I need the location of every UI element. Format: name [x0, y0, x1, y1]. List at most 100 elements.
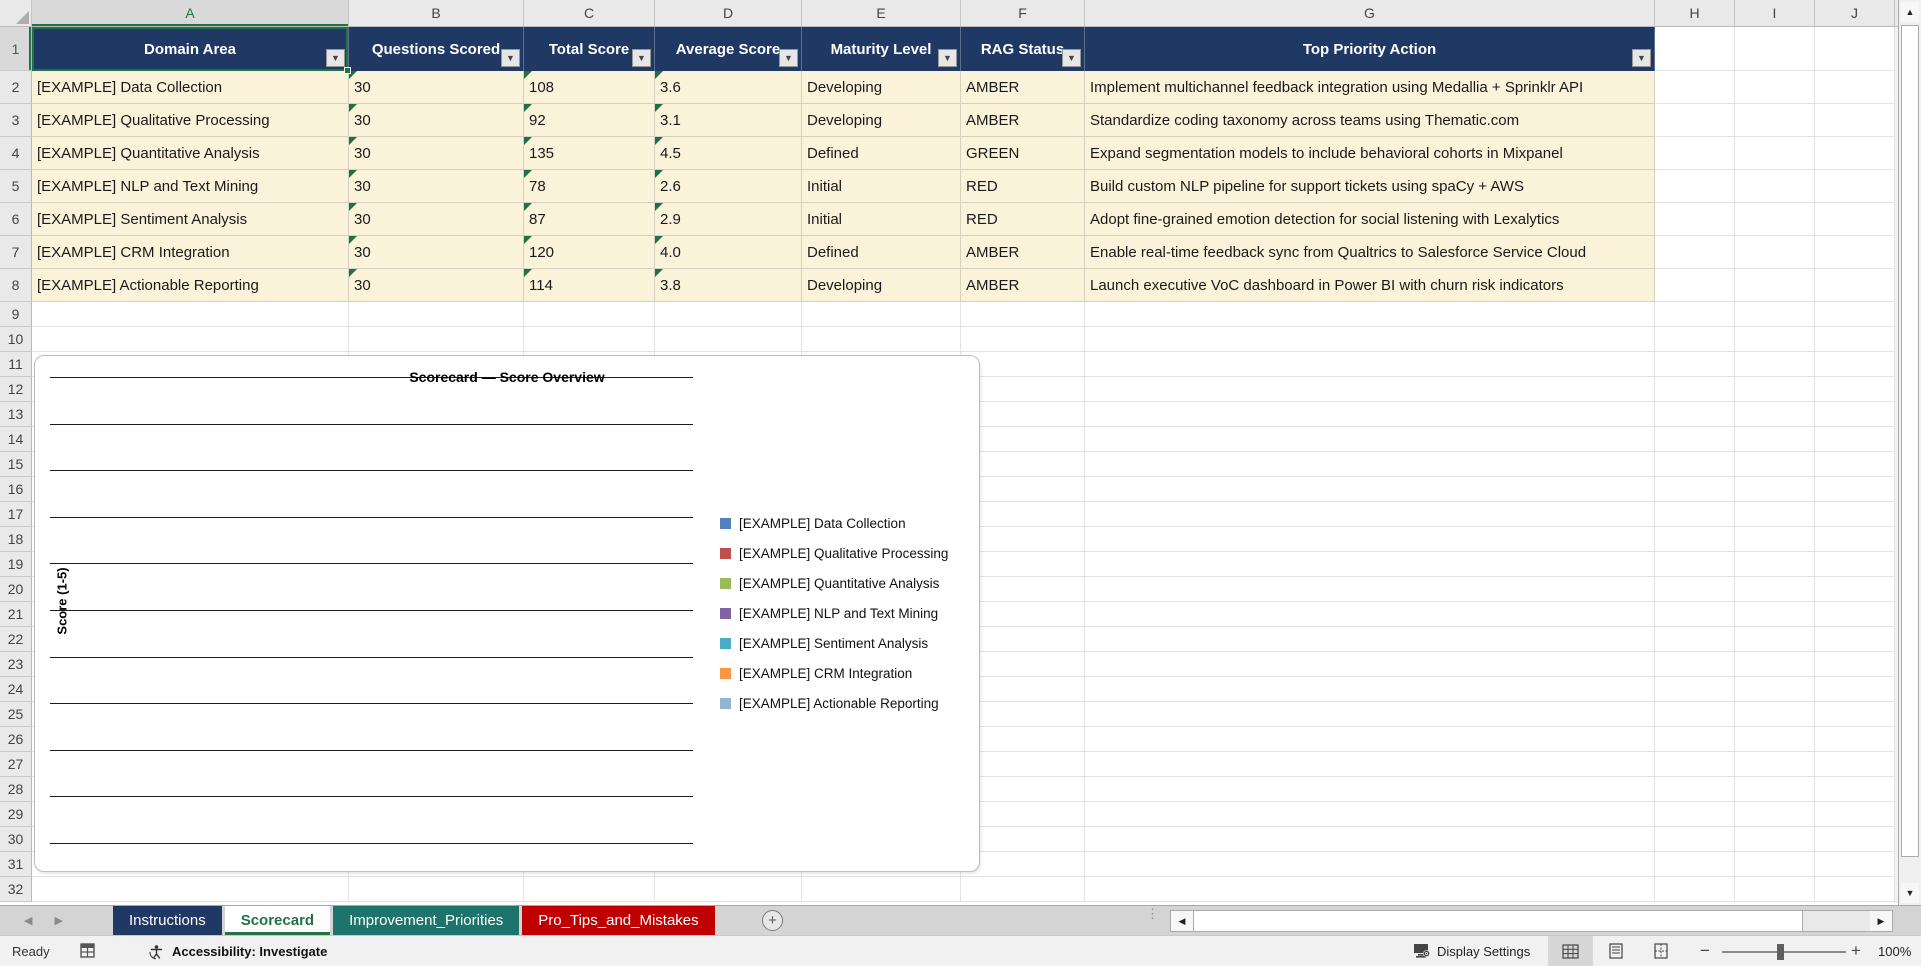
- filter-dropdown-icon[interactable]: ▼: [326, 49, 345, 67]
- data-cell[interactable]: AMBER: [961, 71, 1085, 104]
- data-cell[interactable]: Initial: [802, 170, 961, 203]
- empty-cell[interactable]: [1085, 302, 1655, 327]
- column-header-J[interactable]: J: [1815, 0, 1895, 26]
- empty-cell[interactable]: [1655, 452, 1735, 477]
- row-header-1[interactable]: 1: [0, 27, 32, 71]
- empty-cell[interactable]: [1085, 777, 1655, 802]
- empty-cell[interactable]: [1735, 852, 1815, 877]
- data-cell[interactable]: AMBER: [961, 269, 1085, 302]
- scroll-left-icon[interactable]: ◀: [1171, 911, 1193, 931]
- data-cell[interactable]: 2.9: [655, 203, 802, 236]
- row-header-25[interactable]: 25: [0, 702, 32, 727]
- data-cell[interactable]: 108: [524, 71, 655, 104]
- embedded-chart[interactable]: Scorecard — Score Overview Score (1-5) […: [34, 355, 980, 872]
- empty-cell[interactable]: [1655, 203, 1735, 236]
- header-cell[interactable]: Top Priority Action ▼: [1085, 27, 1655, 71]
- empty-cell[interactable]: [1735, 877, 1815, 902]
- data-cell[interactable]: 3.8: [655, 269, 802, 302]
- data-cell[interactable]: AMBER: [961, 236, 1085, 269]
- empty-cell[interactable]: [1085, 802, 1655, 827]
- row-header-6[interactable]: 6: [0, 203, 32, 236]
- empty-cell[interactable]: [1735, 802, 1815, 827]
- data-cell[interactable]: 30: [349, 269, 524, 302]
- empty-cell[interactable]: [1815, 236, 1895, 269]
- data-cell[interactable]: Adopt fine-grained emotion detection for…: [1085, 203, 1655, 236]
- legend-item[interactable]: [EXAMPLE] Data Collection: [720, 513, 948, 534]
- empty-cell[interactable]: [1735, 236, 1815, 269]
- empty-cell[interactable]: [1085, 377, 1655, 402]
- legend-item[interactable]: [EXAMPLE] Actionable Reporting: [720, 693, 948, 714]
- empty-cell[interactable]: [1085, 752, 1655, 777]
- empty-cell[interactable]: [961, 877, 1085, 902]
- data-cell[interactable]: 30: [349, 203, 524, 236]
- empty-cell[interactable]: [1655, 577, 1735, 602]
- row-header-21[interactable]: 21: [0, 602, 32, 627]
- empty-cell[interactable]: [1085, 327, 1655, 352]
- empty-cell[interactable]: [1815, 702, 1895, 727]
- sheet-tab-pro_tips_and_mistakes[interactable]: Pro_Tips_and_Mistakes: [522, 906, 715, 935]
- column-header-I[interactable]: I: [1735, 0, 1815, 26]
- vertical-scrollbar-thumb[interactable]: [1901, 25, 1919, 857]
- empty-cell[interactable]: [1815, 302, 1895, 327]
- row-header-22[interactable]: 22: [0, 627, 32, 652]
- empty-cell[interactable]: [349, 302, 524, 327]
- tab-nav-left-icon[interactable]: ◀: [24, 914, 32, 927]
- header-cell[interactable]: Average Score ▼: [655, 27, 802, 71]
- zoom-slider-handle[interactable]: [1777, 944, 1784, 960]
- empty-cell[interactable]: [1085, 577, 1655, 602]
- empty-cell[interactable]: [1735, 552, 1815, 577]
- data-cell[interactable]: GREEN: [961, 137, 1085, 170]
- data-cell[interactable]: [EXAMPLE] CRM Integration: [32, 236, 349, 269]
- empty-cell[interactable]: [1735, 327, 1815, 352]
- empty-cell[interactable]: [1735, 27, 1815, 71]
- empty-cell[interactable]: [1735, 577, 1815, 602]
- empty-cell[interactable]: [1085, 602, 1655, 627]
- row-header-7[interactable]: 7: [0, 236, 32, 269]
- header-cell[interactable]: Domain Area ▼: [32, 27, 351, 74]
- empty-cell[interactable]: [1085, 727, 1655, 752]
- row-header-24[interactable]: 24: [0, 677, 32, 702]
- zoom-out-button[interactable]: −: [1700, 941, 1710, 961]
- empty-cell[interactable]: [1735, 302, 1815, 327]
- empty-cell[interactable]: [1815, 852, 1895, 877]
- empty-cell[interactable]: [1655, 677, 1735, 702]
- data-cell[interactable]: 92: [524, 104, 655, 137]
- row-header-8[interactable]: 8: [0, 269, 32, 302]
- selection-fill-handle[interactable]: [344, 67, 351, 74]
- empty-cell[interactable]: [1655, 377, 1735, 402]
- empty-cell[interactable]: [1655, 877, 1735, 902]
- empty-cell[interactable]: [1735, 627, 1815, 652]
- data-cell[interactable]: 4.0: [655, 236, 802, 269]
- select-all-corner[interactable]: [0, 0, 32, 26]
- empty-cell[interactable]: [655, 877, 802, 902]
- data-cell[interactable]: 30: [349, 104, 524, 137]
- empty-cell[interactable]: [1815, 877, 1895, 902]
- empty-cell[interactable]: [524, 327, 655, 352]
- row-header-15[interactable]: 15: [0, 452, 32, 477]
- empty-cell[interactable]: [1655, 352, 1735, 377]
- horizontal-scrollbar-thumb[interactable]: [1193, 911, 1803, 931]
- data-cell[interactable]: Defined: [802, 236, 961, 269]
- empty-cell[interactable]: [1815, 727, 1895, 752]
- empty-cell[interactable]: [1655, 852, 1735, 877]
- row-header-27[interactable]: 27: [0, 752, 32, 777]
- empty-cell[interactable]: [1815, 602, 1895, 627]
- empty-cell[interactable]: [1085, 852, 1655, 877]
- row-header-2[interactable]: 2: [0, 71, 32, 104]
- empty-cell[interactable]: [1085, 502, 1655, 527]
- empty-cell[interactable]: [1735, 203, 1815, 236]
- data-cell[interactable]: 87: [524, 203, 655, 236]
- empty-cell[interactable]: [1655, 104, 1735, 137]
- empty-cell[interactable]: [1735, 352, 1815, 377]
- empty-cell[interactable]: [1815, 827, 1895, 852]
- data-cell[interactable]: Expand segmentation models to include be…: [1085, 137, 1655, 170]
- empty-cell[interactable]: [1085, 677, 1655, 702]
- empty-cell[interactable]: [1815, 327, 1895, 352]
- empty-cell[interactable]: [1735, 702, 1815, 727]
- empty-cell[interactable]: [1815, 402, 1895, 427]
- empty-cell[interactable]: [1735, 452, 1815, 477]
- empty-cell[interactable]: [1655, 802, 1735, 827]
- row-header-19[interactable]: 19: [0, 552, 32, 577]
- row-header-30[interactable]: 30: [0, 827, 32, 852]
- empty-cell[interactable]: [1085, 477, 1655, 502]
